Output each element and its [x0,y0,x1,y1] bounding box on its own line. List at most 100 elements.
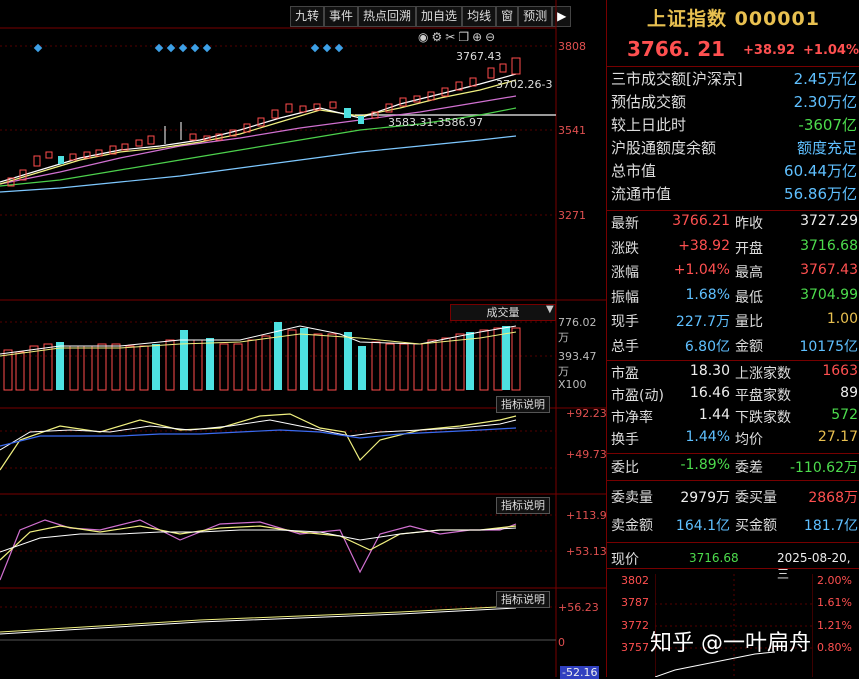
mini-axis-left-2: 3772 [621,619,649,632]
indicator2-help[interactable]: 指标说明 [496,497,550,514]
ind1-axis-top: +92.23 [566,407,607,420]
quote-label: 买金额 [735,518,777,534]
quote-label: 最低 [735,289,763,306]
quote-label: 涨跌 [611,240,639,257]
price-change-pct: +1.04% [803,43,859,58]
stat-value: 2.30万亿 [793,93,857,111]
quote-value: 3727.29 [800,213,858,229]
quote-value: -110.62万 [789,460,858,476]
quote-label: 最新 [611,216,639,232]
volume-title[interactable]: 成交量 [450,304,556,321]
price-change: +38.92 [743,43,796,58]
watermark-text: 知乎 @一叶扁舟 [650,631,811,656]
ind3-axis-zero: 0 [558,636,565,649]
stat-row: 总市值 60.44万亿 [611,160,859,182]
event-markers [33,43,344,53]
quote-value: 181.7亿 [803,518,858,534]
quote-label: 现手 [611,314,639,330]
quote-label: 上涨家数 [735,366,791,382]
quote-value: 3704.99 [800,286,858,303]
quote-value: 89 [840,385,858,401]
price-axis-mid: 3541 [558,124,586,137]
quote-value: 6.80亿 [684,338,730,355]
stat-value: 2.45万亿 [793,70,857,88]
ind2-axis-top: +113.9 [566,509,607,522]
quote-label: 市净率 [611,410,653,426]
quote-value: 18.30 [689,363,730,379]
stat-row: 沪股通额度余额 额度充足 [611,137,859,159]
quote-value: +38.92 [678,237,730,254]
quote-value: 2868万 [808,490,858,506]
current-annotation: 3702.26-3 [496,78,553,91]
quote-label: 卖金额 [611,518,653,534]
chart-canvas [0,0,606,677]
quote-value: 3767.43 [800,262,858,278]
quote-label: 委卖量 [611,490,653,506]
quote-value: 2979万 [680,490,730,506]
quote-value: -1.89% [680,457,730,473]
quote-value: 16.46 [689,385,730,401]
stat-row: 较上日此时 -3607亿 [611,114,859,136]
indicator3-help[interactable]: 指标说明 [496,591,550,608]
price-axis-low: 3271 [558,209,586,222]
quote-value: 1.44 [698,407,730,423]
mini-axis-left-0: 3802 [621,574,649,587]
stat-label: 较上日此时 [611,116,687,134]
quote-label: 均价 [735,432,763,448]
quote-value: 1.68% [685,286,730,303]
stat-value: 60.44万亿 [784,162,857,180]
price-axis-top: 3808 [558,40,586,53]
stat-value: 额度充足 [796,139,857,157]
mini-axis-left-1: 3787 [621,596,649,609]
volume-axis-mid: 393.47万 [558,350,597,378]
stat-label: 预估成交额 [611,93,687,111]
quote-value: 227.7万 [675,314,730,330]
quote-label: 委比 [611,460,639,476]
quote-label: 最高 [735,265,763,281]
range-annotation: 3583.31-3586.97 [388,116,483,129]
quote-label: 涨幅 [611,265,639,281]
quote-value: 164.1亿 [675,518,730,534]
high-annotation: 3767.43 [456,50,502,63]
stat-row: 三市成交额[沪深京] 2.45万亿 [611,68,859,90]
quote-label: 开盘 [735,240,763,257]
quote-label: 平盘家数 [735,388,791,404]
quote-value: 27.17 [817,429,858,445]
quote-value: 572 [831,407,858,423]
quote-label: 市盈 [611,366,639,382]
quote-value: 1663 [822,363,858,379]
quote-value: 1.00 [826,311,858,327]
mini-axis-right-2: 1.21% [817,619,852,632]
quote-value: 3766.21 [672,213,730,229]
stat-label: 沪股通额度余额 [611,139,717,157]
mini-axis-right-3: 0.80% [817,641,852,654]
quote-value: 3716.68 [800,237,858,254]
quote-label: 下跌家数 [735,410,791,426]
mini-axis-right-1: 1.61% [817,596,852,609]
quote-label: 金额 [735,338,763,355]
dropdown-arrow-icon[interactable]: ▼ [546,304,554,315]
quote-label: 总手 [611,338,639,355]
quote-value: +1.04% [673,262,730,278]
volume-unit: X100 [558,378,587,391]
quote-label: 量比 [735,314,763,330]
current-price-label: 现价 [611,552,639,568]
stat-value: 56.86万亿 [784,185,857,203]
stat-label: 总市值 [611,162,657,180]
ind2-axis-bottom: +53.13 [566,545,607,558]
stat-value: -3607亿 [798,116,857,134]
quote-label: 委买量 [735,490,777,506]
quote-value: 1.44% [685,429,730,445]
kline-chart-area[interactable]: 九转 事件 热点回溯 加自选 均线 窗 预测 ▶ ◉ ⚙ ✂ ❐ ⊕ ⊖ 380… [0,0,607,679]
ind3-axis-bottom: -52.16 [560,666,600,679]
indicator1-help[interactable]: 指标说明 [496,396,550,413]
volume-axis-max: 776.02万 [558,316,597,344]
ind3-axis-top: +56.23 [558,601,599,614]
mini-axis-left-3: 3757 [621,641,649,654]
stat-label: 三市成交额[沪深京] [611,70,743,88]
stat-label: 流通市值 [611,185,672,203]
quote-panel: 上证指数 000001 3766. 21 +38.92 +1.04% 三市成交额… [606,0,859,677]
stat-row: 流通市值 56.86万亿 [611,183,859,205]
ind1-axis-bottom: +49.73 [566,448,607,461]
quote-label: 振幅 [611,289,639,306]
